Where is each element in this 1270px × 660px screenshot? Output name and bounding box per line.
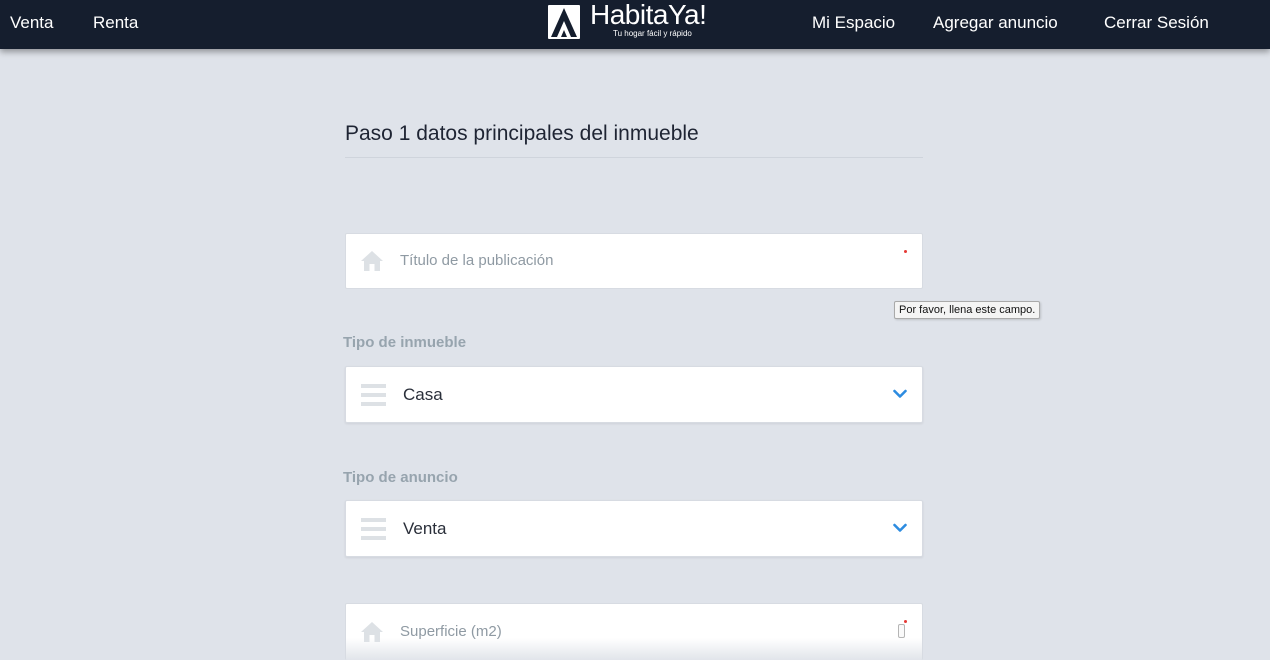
required-indicator xyxy=(904,250,907,253)
nav-link-agregar-anuncio[interactable]: Agregar anuncio xyxy=(933,13,1058,33)
required-indicator xyxy=(904,620,907,623)
nav-link-venta[interactable]: Venta xyxy=(10,13,54,33)
chevron-down-icon xyxy=(893,523,907,532)
listing-type-value: Venta xyxy=(403,519,447,538)
nav-link-cerrar-sesion[interactable]: Cerrar Sesión xyxy=(1104,13,1209,33)
area-input[interactable]: Superficie (m2) xyxy=(345,603,923,660)
page-title: Paso 1 datos principales del inmueble xyxy=(345,122,699,145)
title-placeholder: Título de la publicación xyxy=(400,252,554,269)
chevron-down-icon xyxy=(893,389,907,398)
top-navbar: Venta Renta HabitaYa! Tu hogar fácil y r… xyxy=(0,0,1270,49)
title-divider xyxy=(345,157,923,158)
list-icon xyxy=(361,518,386,540)
property-type-select[interactable]: Casa xyxy=(345,366,923,423)
property-type-value: Casa xyxy=(403,385,443,404)
logo-tagline: Tu hogar fácil y rápido xyxy=(613,29,692,38)
home-icon xyxy=(361,251,383,271)
validation-tooltip: Por favor, llena este campo. xyxy=(894,301,1041,319)
field-fade-overlay xyxy=(346,638,922,660)
nav-link-renta[interactable]: Renta xyxy=(93,13,138,33)
number-stepper[interactable] xyxy=(898,624,905,638)
property-type-label: Tipo de inmueble xyxy=(343,334,467,351)
logo-mark-icon xyxy=(548,5,580,39)
list-icon xyxy=(361,384,386,406)
logo-name: HabitaYa! xyxy=(590,0,707,30)
listing-type-label: Tipo de anuncio xyxy=(343,469,458,486)
listing-type-select[interactable]: Venta xyxy=(345,500,923,557)
title-input[interactable]: Título de la publicación xyxy=(345,233,923,289)
nav-link-mi-espacio[interactable]: Mi Espacio xyxy=(812,13,895,33)
